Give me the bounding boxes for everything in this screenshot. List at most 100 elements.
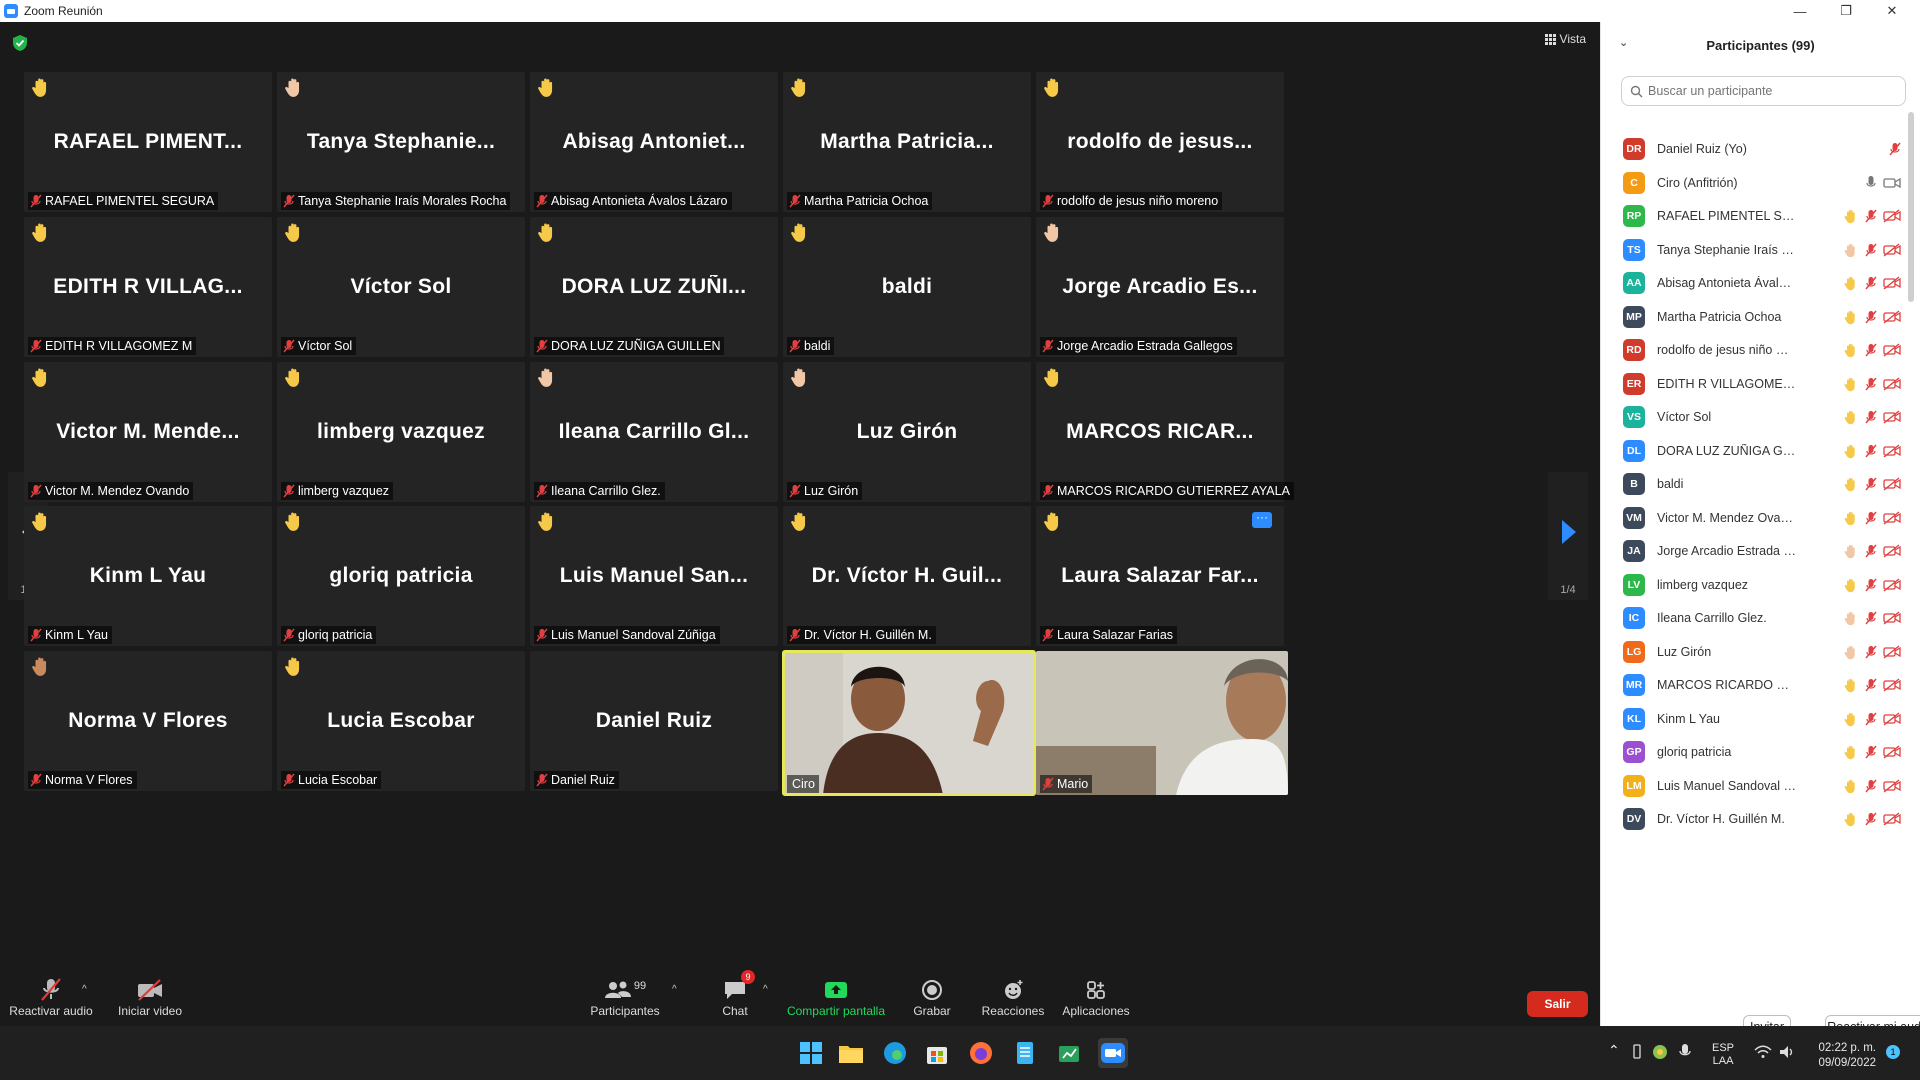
windows-start-icon[interactable] xyxy=(796,1038,826,1068)
video-tile[interactable]: Víctor Sol Víctor Sol xyxy=(277,217,525,357)
participant-row[interactable]: GP gloriq patricia xyxy=(1601,735,1901,769)
participant-search-input[interactable] xyxy=(1648,84,1888,98)
close-button[interactable]: ✕ xyxy=(1869,0,1915,22)
participant-row[interactable]: VM Victor M. Mendez Ovando xyxy=(1601,501,1901,535)
raised-hand-icon xyxy=(536,366,558,394)
video-tile[interactable]: Luz Girón Luz Girón xyxy=(783,362,1031,502)
tile-display-name: Abisag Antoniet... xyxy=(562,130,746,153)
view-button[interactable]: Vista xyxy=(1544,32,1586,46)
app-tray-icon[interactable] xyxy=(1651,1043,1669,1061)
microsoft-store-icon[interactable] xyxy=(922,1038,952,1068)
participant-row[interactable]: LM Luis Manuel Sandoval Zúñi... xyxy=(1601,769,1901,803)
participant-row[interactable]: RP RAFAEL PIMENTEL SEGURA xyxy=(1601,199,1901,233)
participant-row[interactable]: MP Martha Patricia Ochoa xyxy=(1601,300,1901,334)
chat-button[interactable]: 9 Chat xyxy=(700,970,770,1026)
language-indicator[interactable]: ESP LAA xyxy=(1712,1042,1734,1068)
video-tile[interactable]: Lucia Escobar Lucia Escobar xyxy=(277,651,525,791)
participant-row[interactable]: JA Jorge Arcadio Estrada Gall... xyxy=(1601,534,1901,568)
encryption-shield-icon[interactable] xyxy=(12,34,28,52)
panel-title: Participantes (99) xyxy=(1706,37,1815,53)
participant-row[interactable]: C Ciro (Anfitrión) xyxy=(1601,166,1901,200)
tray-overflow-icon[interactable]: ⌃ xyxy=(1608,1042,1620,1059)
spreadsheet-app-icon[interactable] xyxy=(1054,1038,1084,1068)
participant-row[interactable]: LG Luz Girón xyxy=(1601,635,1901,669)
video-tile[interactable]: RAFAEL PIMENT... RAFAEL PIMENTEL SEGURA xyxy=(24,72,272,212)
video-tile[interactable]: baldi baldi xyxy=(783,217,1031,357)
tile-name-text: Jorge Arcadio Estrada Gallegos xyxy=(1057,339,1233,353)
participant-name: Luz Girón xyxy=(1657,644,1712,659)
leave-button[interactable]: Salir xyxy=(1527,991,1588,1017)
video-tile[interactable]: Tanya Stephanie... Tanya Stephanie Iraís … xyxy=(277,72,525,212)
more-options-icon[interactable]: ··· xyxy=(1252,511,1272,528)
volume-icon[interactable] xyxy=(1778,1044,1796,1060)
record-button[interactable]: Grabar xyxy=(902,970,962,1026)
video-tile[interactable]: Kinm L Yau Kinm L Yau xyxy=(24,506,272,646)
participants-scrollbar[interactable] xyxy=(1908,112,1914,302)
notification-badge[interactable]: 1 xyxy=(1886,1045,1900,1059)
video-tile-camera[interactable]: Ciro xyxy=(782,650,1036,796)
muted-mic-icon xyxy=(1042,628,1054,642)
microphone-tray-icon[interactable] xyxy=(1678,1042,1692,1062)
participant-row[interactable]: AA Abisag Antonieta Ávalos Lá... xyxy=(1601,266,1901,300)
video-tile[interactable]: Daniel Ruiz Daniel Ruiz xyxy=(530,651,778,791)
unmute-audio-button[interactable]: Reactivar audio xyxy=(6,970,96,1026)
participant-row[interactable]: IC Ileana Carrillo Glez. xyxy=(1601,601,1901,635)
start-video-button[interactable]: Iniciar video xyxy=(110,970,190,1026)
edge-browser-icon[interactable] xyxy=(880,1038,910,1068)
video-tile[interactable]: Abisag Antoniet... Abisag Antonieta Ávalo… xyxy=(530,72,778,212)
video-tile[interactable]: Victor M. Mende... Victor M. Mendez Ovand… xyxy=(24,362,272,502)
firefox-icon[interactable] xyxy=(966,1038,996,1068)
participant-row[interactable]: Bbaldi xyxy=(1601,467,1901,501)
participant-row[interactable]: MR MARCOS RICARDO GUTIER... xyxy=(1601,668,1901,702)
reactions-button[interactable]: Reacciones xyxy=(975,970,1051,1026)
next-page-button[interactable]: 1/4 xyxy=(1548,472,1588,600)
video-tile[interactable]: Luis Manuel San... Luis Manuel Sandoval Z… xyxy=(530,506,778,646)
video-tile-camera[interactable]: Mario xyxy=(1036,651,1288,795)
video-tile[interactable]: limberg vazquez limberg vazquez xyxy=(277,362,525,502)
video-tile[interactable]: rodolfo de jesus... rodolfo de jesus niño… xyxy=(1036,72,1284,212)
usb-device-icon[interactable] xyxy=(1631,1043,1643,1061)
minimize-button[interactable]: — xyxy=(1777,0,1823,22)
video-tile[interactable]: Ileana Carrillo Gl... Ileana Carrillo Gle… xyxy=(530,362,778,502)
video-tile[interactable]: Martha Patricia... Martha Patricia Ochoa xyxy=(783,72,1031,212)
chat-caret-icon[interactable]: ^ xyxy=(763,984,768,995)
participant-row[interactable]: ER EDITH R VILLAGOMEZ M xyxy=(1601,367,1901,401)
raised-hand-icon xyxy=(30,510,52,538)
notepad-icon[interactable] xyxy=(1010,1038,1040,1068)
participant-row[interactable]: DR Daniel Ruiz (Yo) xyxy=(1601,132,1901,166)
participant-row[interactable]: TS Tanya Stephanie Iraís Mora... xyxy=(1601,233,1901,267)
restore-button[interactable]: ❐ xyxy=(1823,0,1869,22)
apps-button[interactable]: Aplicaciones xyxy=(1055,970,1137,1026)
participant-row[interactable]: RD rodolfo de jesus niño mor... xyxy=(1601,333,1901,367)
audio-options-caret-icon[interactable]: ^ xyxy=(82,984,87,995)
participant-name: Victor M. Mendez Ovando xyxy=(1657,510,1797,525)
tile-name-text: Mario xyxy=(1057,777,1089,791)
participant-row[interactable]: DL DORA LUZ ZUÑIGA GUILLEN xyxy=(1601,434,1901,468)
video-tile[interactable]: EDITH R VILLAG... EDITH R VILLAGOMEZ M xyxy=(24,217,272,357)
video-tile[interactable]: MARCOS RICAR... MARCOS RICARDO GUTIERREZ … xyxy=(1036,362,1294,502)
video-tile[interactable]: DORA LUZ ZUÑI... DORA LUZ ZUÑIGA GUILLEN xyxy=(530,217,778,357)
video-tile[interactable]: Jorge Arcadio Es... Jorge Arcadio Estrada… xyxy=(1036,217,1284,357)
tile-name-text: Lucia Escobar xyxy=(298,773,378,787)
video-tile[interactable]: Norma V Flores Norma V Flores xyxy=(24,651,272,791)
participant-row[interactable]: DV Dr. Víctor H. Guillén M. xyxy=(1601,802,1901,836)
participants-caret-icon[interactable]: ^ xyxy=(672,984,677,995)
muted-mic-icon xyxy=(283,339,295,353)
file-explorer-icon[interactable] xyxy=(836,1038,866,1068)
muted-mic-icon xyxy=(536,339,548,353)
participants-button[interactable]: 99 Participantes xyxy=(585,970,665,1026)
raised-hand-icon xyxy=(1843,644,1859,660)
participant-status-icons xyxy=(1843,811,1901,827)
video-tile[interactable]: Dr. Víctor H. Guil... Dr. Víctor H. Guill… xyxy=(783,506,1031,646)
video-tile[interactable]: gloriq patricia gloriq patricia xyxy=(277,506,525,646)
zoom-taskbar-icon[interactable] xyxy=(1098,1038,1128,1068)
participant-row[interactable]: VS Víctor Sol xyxy=(1601,400,1901,434)
collapse-chevron-icon[interactable]: ⌄ xyxy=(1619,36,1628,49)
participant-row[interactable]: KL Kinm L Yau xyxy=(1601,702,1901,736)
participant-search[interactable] xyxy=(1621,76,1906,106)
video-tile[interactable]: Laura Salazar Far... Laura Salazar Farias… xyxy=(1036,506,1284,646)
participant-row[interactable]: LV limberg vazquez xyxy=(1601,568,1901,602)
share-screen-button[interactable]: Compartir pantalla xyxy=(780,970,892,1026)
clock[interactable]: 02:22 p. m. 09/09/2022 xyxy=(1812,1041,1876,1071)
wifi-icon[interactable] xyxy=(1754,1045,1772,1059)
